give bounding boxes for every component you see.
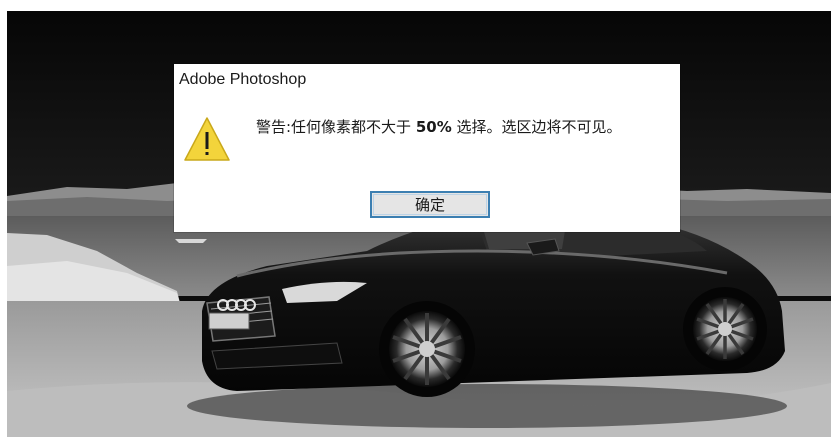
ok-button[interactable]: 确定 [370,191,490,218]
alert-dialog: Adobe Photoshop 警告:任何像素都不大于 50% 选择。选区边将不… [174,64,680,232]
dialog-message: 警告:任何像素都不大于 50% 选择。选区边将不可见。 [256,118,656,137]
ok-button-label: 确定 [414,196,445,214]
warning-icon [184,117,230,161]
message-text-1: 警告:任何像素都不大于 [256,118,416,136]
message-percentage: 50% [415,118,452,136]
screen: Adobe Photoshop 警告:任何像素都不大于 50% 选择。选区边将不… [0,0,833,444]
dialog-title: Adobe Photoshop [179,71,307,88]
message-text-2: 选择。选区边将不可见。 [451,118,622,136]
